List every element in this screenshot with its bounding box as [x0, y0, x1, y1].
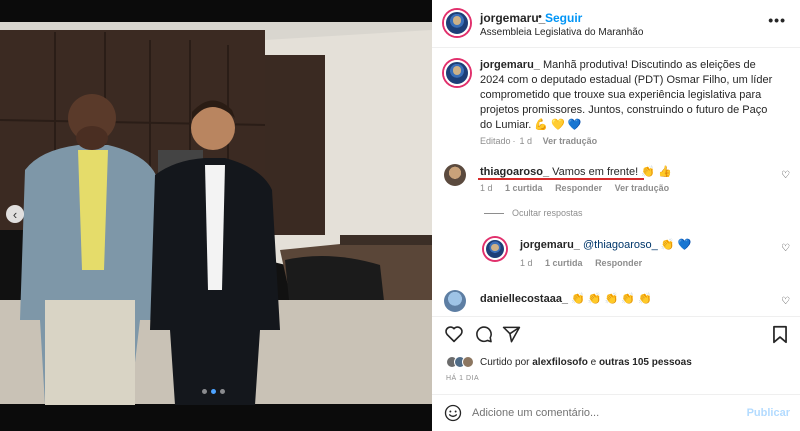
comment-meta: 1 d 1 curtida Responder Ver tradução [480, 183, 679, 193]
reply-button[interactable]: Responder [555, 183, 602, 193]
publish-button[interactable]: Publicar [747, 407, 790, 419]
carousel-dot [220, 389, 225, 394]
carousel-dots [202, 389, 225, 394]
likes-others[interactable]: outras 105 pessoas [599, 357, 692, 368]
more-options-icon[interactable]: ••• [768, 12, 786, 28]
caption-username[interactable]: jorgemaru_ [480, 59, 540, 71]
separator-dot: • [538, 11, 542, 23]
likes-middle: e [590, 356, 597, 368]
comment-text: 👏 👏 👏 👏 👏 [571, 293, 652, 305]
comment-content: thiagoaroso_ Vamos em frente! 👏 👍 [480, 165, 672, 178]
likes-prefix: Curtido por [480, 356, 530, 368]
commenter-avatar[interactable] [444, 290, 466, 312]
hide-replies-label: Ocultar respostas [512, 208, 583, 218]
location-link[interactable]: Assembleia Legislativa do Maranhão [480, 27, 643, 38]
reply-reply-button[interactable]: Responder [595, 258, 642, 268]
caption-body: jorgemaru_ Manhã produtiva! Discutindo a… [480, 58, 780, 133]
liker-avatar [462, 356, 474, 368]
likes-user[interactable]: alexfilosofo [532, 357, 588, 368]
reply-content: jorgemaru_ @thiagoaroso_ 👏 💙 [520, 238, 691, 251]
reply-like-heart-icon[interactable]: ♡ [781, 243, 790, 254]
likes-summary[interactable]: Curtido por alexfilosofo e outras 105 pe… [446, 356, 692, 368]
comment-like-heart-icon[interactable]: ♡ [781, 296, 790, 307]
divider-line [484, 212, 504, 214]
comment-bubble-icon[interactable] [474, 325, 493, 344]
reply-time[interactable]: 1 d [520, 258, 533, 268]
share-send-icon[interactable] [502, 325, 521, 344]
like-heart-icon[interactable] [444, 325, 464, 343]
post-photo[interactable]: ‹ [0, 0, 432, 431]
comment-username[interactable]: daniellecostaaa_ [480, 293, 568, 305]
comment-content: daniellecostaaa_ 👏 👏 👏 👏 👏 [480, 292, 652, 305]
carousel-dot [202, 389, 207, 394]
add-comment-bar: Publicar [432, 394, 800, 431]
comment-input[interactable] [472, 403, 742, 423]
emoji-smiley-icon[interactable] [444, 404, 462, 422]
caption-avatar[interactable] [444, 60, 470, 86]
post-side-panel: jorgemaru_ • Seguir Assembleia Legislati… [432, 0, 800, 431]
post-actions-bar [432, 316, 800, 350]
reply-meta: 1 d 1 curtida Responder [520, 258, 652, 268]
caption-time[interactable]: 1 d [520, 136, 533, 146]
photo-scene [0, 0, 432, 431]
reply-avatar[interactable] [484, 238, 506, 260]
caption-translate-link[interactable]: Ver tradução [543, 136, 598, 146]
save-bookmark-icon[interactable] [772, 325, 788, 344]
carousel-dot-active [211, 389, 216, 394]
caption-meta: Editado · 1 d Ver tradução [480, 136, 598, 146]
reply-text: @thiagoaroso_ 👏 💙 [582, 239, 692, 251]
comment-time[interactable]: 1 d [480, 183, 493, 193]
author-avatar[interactable] [444, 10, 470, 36]
comment-likes[interactable]: 1 curtida [505, 183, 543, 193]
comment-translate-link[interactable]: Ver tradução [615, 183, 670, 193]
comment-username[interactable]: thiagoaroso_ [480, 166, 549, 178]
comment-text: Vamos em frente! 👏 👍 [552, 166, 672, 178]
author-username[interactable]: jorgemaru_ [480, 11, 545, 25]
caption-edited: Editado [480, 136, 511, 146]
annotation-underline [478, 178, 644, 180]
hide-replies-toggle[interactable]: Ocultar respostas [484, 208, 583, 218]
reply-username[interactable]: jorgemaru_ [520, 239, 580, 251]
post-header: jorgemaru_ • Seguir Assembleia Legislati… [432, 0, 800, 48]
reply-likes[interactable]: 1 curtida [545, 258, 583, 268]
follow-button[interactable]: Seguir [545, 11, 582, 25]
comment-like-heart-icon[interactable]: ♡ [781, 170, 790, 181]
likes-text: Curtido por alexfilosofo e outras 105 pe… [480, 357, 692, 368]
carousel-prev-button[interactable]: ‹ [6, 205, 24, 223]
post-time-ago[interactable]: HÁ 1 DIA [446, 375, 479, 382]
commenter-avatar[interactable] [444, 164, 466, 186]
